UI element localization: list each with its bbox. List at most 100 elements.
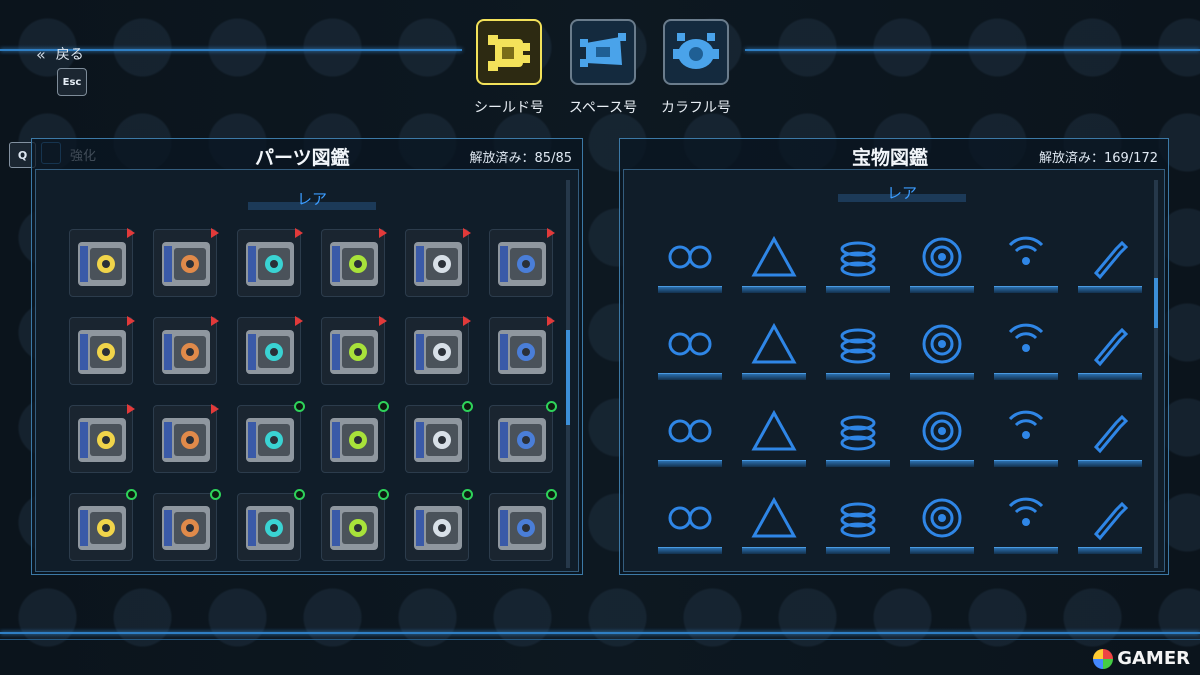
- treasure-scrollbar-thumb[interactable]: [1154, 278, 1158, 328]
- ship-tab-colorful[interactable]: [663, 19, 729, 85]
- explosion-part-icon: [78, 242, 126, 286]
- hexagon-mesh-part-icon: [78, 330, 126, 374]
- drone-icon: [840, 328, 876, 364]
- cross-joint-part-icon: [246, 506, 294, 550]
- parts-grid-item[interactable]: [405, 489, 473, 561]
- unlocked-dot-icon: [126, 489, 137, 500]
- parts-grid-item[interactable]: [405, 316, 471, 385]
- disc-part-icon: [330, 506, 378, 550]
- treasure-grid-item[interactable]: [742, 233, 806, 295]
- part-frame: [153, 493, 217, 561]
- treasure-grid-item[interactable]: [994, 407, 1058, 469]
- gamer-logo-icon: [1093, 648, 1114, 669]
- treasure-pedestal: [826, 460, 890, 467]
- treasure-grid-item[interactable]: [994, 233, 1058, 295]
- parts-grid-item[interactable]: [237, 489, 305, 561]
- shield-ship-icon: [488, 35, 530, 71]
- treasure-grid-item[interactable]: [742, 320, 806, 382]
- parts-grid-area: レア: [35, 169, 579, 572]
- parts-grid-item[interactable]: [489, 489, 557, 561]
- new-flag-icon: [547, 316, 555, 326]
- parts-grid-item[interactable]: [237, 401, 305, 473]
- parts-grid-item[interactable]: [153, 228, 219, 297]
- treasure-grid-item[interactable]: [658, 407, 722, 469]
- parts-grid-item[interactable]: [321, 316, 387, 385]
- ship-tab-space[interactable]: [570, 19, 636, 85]
- liquid-tank-part-icon: [414, 506, 462, 550]
- signal-icon: [1008, 236, 1044, 265]
- treasure-grid-item[interactable]: [994, 494, 1058, 556]
- treasure-encyclopedia-panel: 宝物図鑑 解放済み：169/172 レア: [619, 138, 1169, 575]
- parts-grid-item[interactable]: [153, 316, 219, 385]
- moon-part-icon: [162, 242, 210, 286]
- treasure-grid-item[interactable]: [1078, 320, 1142, 382]
- parts-scrollbar-thumb[interactable]: [566, 330, 570, 425]
- gamer-watermark: GAMER: [1093, 648, 1190, 669]
- part-frame: [153, 229, 217, 297]
- parts-grid-item[interactable]: [153, 404, 219, 473]
- parts-grid-item[interactable]: [405, 228, 471, 297]
- treasure-grid-item[interactable]: [910, 494, 974, 556]
- champagne-icon: [1093, 240, 1129, 280]
- double-chevron-left-icon: «: [36, 44, 46, 64]
- treasure-grid-item[interactable]: [658, 320, 722, 382]
- unlocked-dot-icon: [378, 401, 389, 412]
- part-frame: [321, 493, 385, 561]
- treasure-rarity-label: レア: [886, 184, 917, 202]
- treasure-grid-item[interactable]: [658, 233, 722, 295]
- treasure-grid-item[interactable]: [994, 320, 1058, 382]
- hexagram-part-icon: [246, 242, 294, 286]
- treasure-pedestal: [658, 547, 722, 554]
- part-frame: [489, 229, 553, 297]
- back-button[interactable]: « 戻る: [36, 44, 84, 64]
- treasure-grid-item[interactable]: [910, 233, 974, 295]
- parts-grid-item[interactable]: [489, 401, 557, 473]
- parts-encyclopedia-panel: パーツ図鑑 解放済み：85/85 レア: [31, 138, 583, 575]
- parts-grid-item[interactable]: [237, 228, 303, 297]
- treasure-grid-item[interactable]: [826, 320, 890, 382]
- bottom-divider: [0, 632, 1200, 634]
- treasure-grid-item[interactable]: [910, 407, 974, 469]
- part-frame: [237, 405, 301, 473]
- new-flag-icon: [463, 316, 471, 326]
- treasure-pedestal: [742, 547, 806, 554]
- treasure-pedestal: [658, 373, 722, 380]
- parts-grid-item[interactable]: [69, 228, 135, 297]
- part-frame: [237, 317, 301, 385]
- treasure-grid-item[interactable]: [1078, 407, 1142, 469]
- parts-grid-item[interactable]: [321, 228, 387, 297]
- treasure-grid-item[interactable]: [742, 494, 806, 556]
- esc-key-hint[interactable]: Esc: [57, 68, 87, 96]
- treasure-pedestal: [658, 460, 722, 467]
- treasure-grid-item[interactable]: [1078, 494, 1142, 556]
- parts-grid-item[interactable]: [69, 316, 135, 385]
- parts-grid-item[interactable]: [489, 228, 555, 297]
- parts-grid-item[interactable]: [69, 404, 135, 473]
- parts-grid-item[interactable]: [405, 401, 473, 473]
- treasure-grid-item[interactable]: [826, 233, 890, 295]
- parts-grid-item[interactable]: [321, 401, 389, 473]
- treasure-scrollbar-track[interactable]: [1154, 180, 1158, 568]
- treasure-grid-item[interactable]: [826, 407, 890, 469]
- top-divider-right: [745, 49, 1200, 51]
- ship-tab-shield[interactable]: [476, 19, 542, 85]
- spark-cell-part-icon: [78, 506, 126, 550]
- new-flag-icon: [547, 228, 555, 238]
- treasure-grid-item[interactable]: [910, 320, 974, 382]
- bottom-divider-thin: [0, 639, 1200, 640]
- tank-part-icon: [330, 418, 378, 462]
- parts-grid-item[interactable]: [237, 316, 303, 385]
- code-window-icon: [1008, 497, 1044, 526]
- treasure-grid-item[interactable]: [658, 494, 722, 556]
- treasure-grid-area: レア: [623, 169, 1165, 572]
- parts-grid-item[interactable]: [489, 316, 555, 385]
- parts-grid-item[interactable]: [69, 489, 137, 561]
- green-laser-part-icon: [414, 330, 462, 374]
- parts-grid-item[interactable]: [321, 489, 389, 561]
- dart-target-icon: [922, 324, 962, 364]
- treasure-grid-item[interactable]: [1078, 233, 1142, 295]
- treasure-grid-item[interactable]: [826, 494, 890, 556]
- treasure-grid-item[interactable]: [742, 407, 806, 469]
- parts-grid-item[interactable]: [153, 489, 221, 561]
- treasure-pedestal: [742, 460, 806, 467]
